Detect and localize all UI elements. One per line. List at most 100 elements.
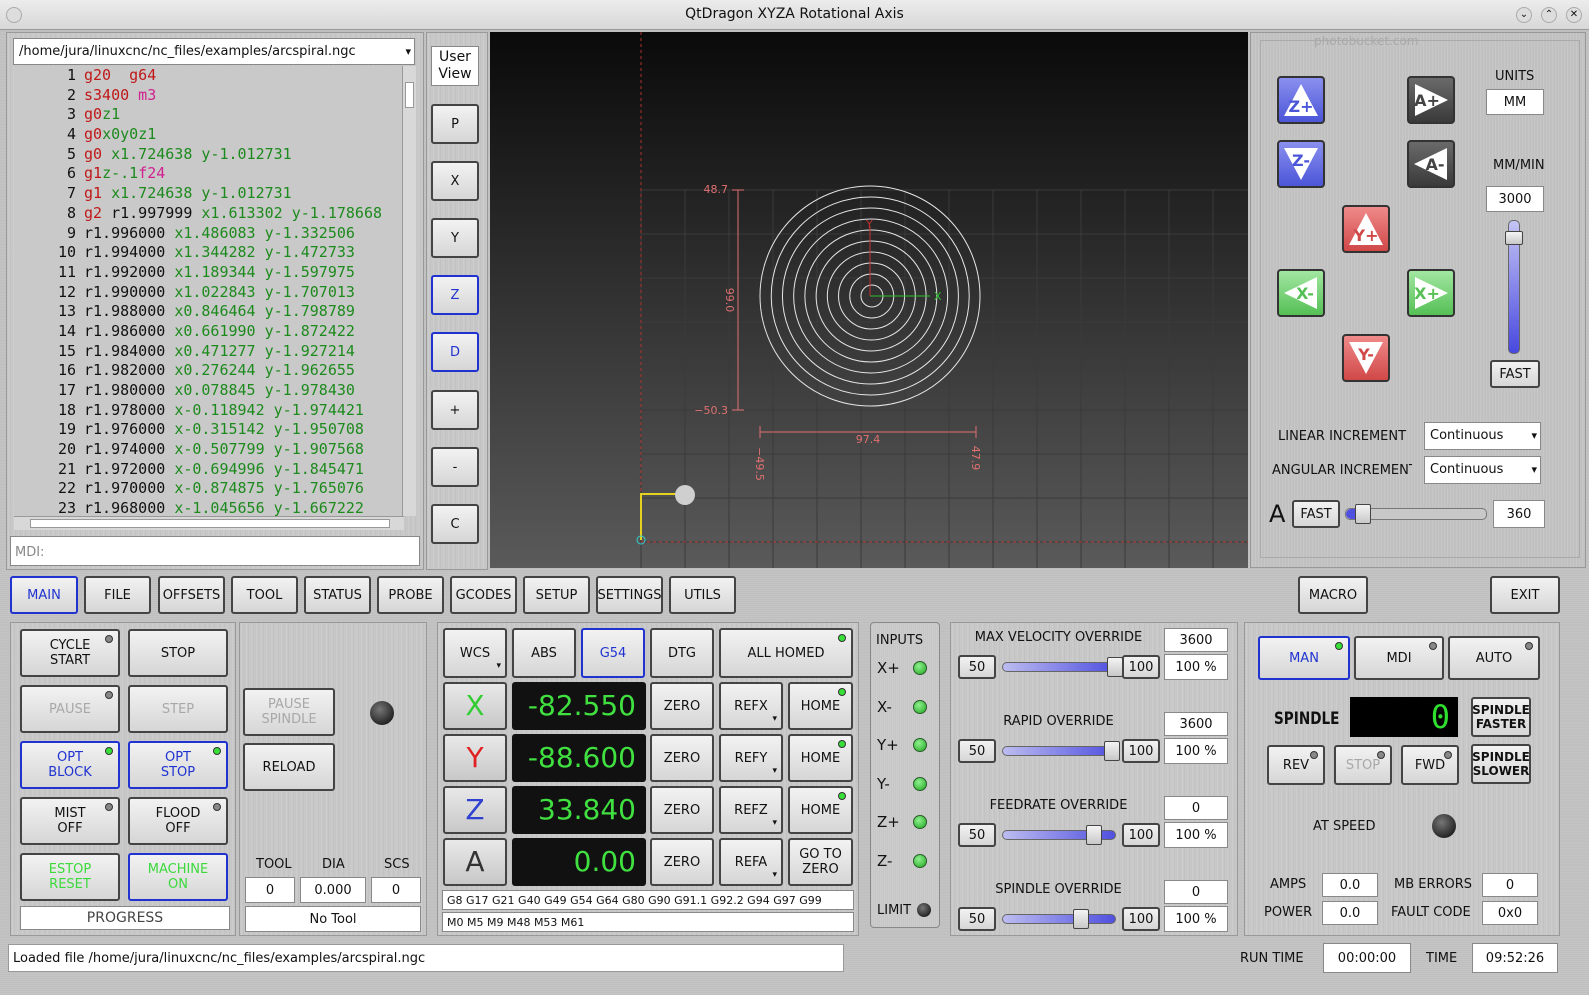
a-jog-slider[interactable] bbox=[1345, 504, 1487, 524]
override-50-button[interactable]: 50 bbox=[958, 655, 996, 679]
tab-probe[interactable]: PROBE bbox=[377, 576, 444, 614]
zoom-out-button[interactable]: - bbox=[431, 447, 479, 487]
home-x-button[interactable]: HOME bbox=[788, 682, 853, 730]
mode-auto-button[interactable]: AUTO bbox=[1448, 636, 1540, 680]
tab-status[interactable]: STATUS bbox=[304, 576, 371, 614]
spindle-rev-button[interactable]: REV bbox=[1267, 745, 1325, 785]
mode-man-button[interactable]: MAN bbox=[1258, 636, 1350, 680]
pause-button[interactable]: PAUSE bbox=[20, 685, 120, 733]
jog-a-plus-button[interactable]: A+ bbox=[1407, 76, 1455, 124]
reload-button[interactable]: RELOAD bbox=[243, 743, 335, 791]
tab-tool[interactable]: TOOL bbox=[231, 576, 298, 614]
jog-x-minus-button[interactable]: X- bbox=[1277, 269, 1325, 317]
a-jog-slider-handle[interactable] bbox=[1355, 504, 1372, 524]
view-z-button[interactable]: Z bbox=[431, 275, 479, 315]
exit-button[interactable]: EXIT bbox=[1490, 576, 1560, 614]
tab-gcodes[interactable]: GCODES bbox=[450, 576, 517, 614]
jog-y-minus-button[interactable]: Y- bbox=[1342, 334, 1390, 382]
override-slider[interactable] bbox=[1002, 657, 1123, 677]
minimize-icon[interactable]: ⌄ bbox=[1516, 7, 1532, 23]
machine-on-button[interactable]: MACHINE ON bbox=[128, 853, 228, 901]
tab-setup[interactable]: SETUP bbox=[523, 576, 590, 614]
home-y-button[interactable]: HOME bbox=[788, 734, 853, 782]
jog-fast-button[interactable]: FAST bbox=[1490, 360, 1540, 388]
zero-z-button[interactable]: ZERO bbox=[650, 786, 714, 834]
override-50-button[interactable]: 50 bbox=[958, 739, 996, 763]
g54-button[interactable]: G54 bbox=[581, 628, 645, 678]
maximize-icon[interactable]: ⌃ bbox=[1541, 7, 1557, 23]
jog-a-minus-button[interactable]: A- bbox=[1407, 140, 1455, 188]
home-a-button[interactable]: GO TO ZERO bbox=[788, 838, 853, 886]
horizontal-scrollbar[interactable] bbox=[14, 516, 404, 530]
all-homed-button[interactable]: ALL HOMED bbox=[719, 628, 853, 678]
override-100-button[interactable]: 100 bbox=[1122, 823, 1160, 847]
override-slider[interactable] bbox=[1002, 741, 1121, 761]
ref-a-button[interactable]: REFA ▾ bbox=[719, 838, 783, 886]
abs-button[interactable]: ABS bbox=[512, 628, 576, 678]
a-fast-button[interactable]: FAST bbox=[1292, 500, 1340, 528]
view-y-button[interactable]: Y bbox=[431, 218, 479, 258]
override-slider-handle[interactable] bbox=[1106, 657, 1123, 677]
tab-settings[interactable]: SETTINGS bbox=[596, 576, 663, 614]
opt-block-button[interactable]: OPT BLOCK bbox=[20, 741, 120, 789]
linear-increment-combo[interactable]: Continuous bbox=[1424, 422, 1541, 450]
ref-z-button[interactable]: REFZ ▾ bbox=[719, 786, 783, 834]
jog-rate-slider-handle[interactable] bbox=[1505, 230, 1523, 245]
zero-a-button[interactable]: ZERO bbox=[650, 838, 714, 886]
macro-button[interactable]: MACRO bbox=[1298, 576, 1368, 614]
mdi-input[interactable]: MDI: bbox=[10, 536, 420, 566]
override-slider[interactable] bbox=[1002, 909, 1116, 929]
stop-button[interactable]: STOP bbox=[128, 629, 228, 677]
spindle-slower-button[interactable]: SPINDLE SLOWER bbox=[1471, 744, 1531, 784]
override-100-button[interactable]: 100 bbox=[1122, 739, 1160, 763]
tab-main[interactable]: MAIN bbox=[10, 576, 78, 614]
view-p-button[interactable]: P bbox=[431, 104, 479, 144]
clear-plot-button[interactable]: C bbox=[431, 504, 479, 544]
override-50-button[interactable]: 50 bbox=[958, 823, 996, 847]
step-button[interactable]: STEP bbox=[128, 685, 228, 733]
estop-reset-button[interactable]: ESTOP RESET bbox=[20, 853, 120, 901]
cycle-start-button[interactable]: CYCLE START bbox=[20, 629, 120, 677]
zero-x-button[interactable]: ZERO bbox=[650, 682, 714, 730]
override-slider-handle[interactable] bbox=[1086, 825, 1103, 845]
zero-y-button[interactable]: ZERO bbox=[650, 734, 714, 782]
override-100-button[interactable]: 100 bbox=[1122, 655, 1160, 679]
override-100-button[interactable]: 100 bbox=[1122, 907, 1160, 931]
tab-file[interactable]: FILE bbox=[84, 576, 151, 614]
dtg-button[interactable]: DTG bbox=[650, 628, 714, 678]
override-slider-handle[interactable] bbox=[1072, 909, 1089, 929]
ref-y-button[interactable]: REFY ▾ bbox=[719, 734, 783, 782]
close-icon[interactable]: ✕ bbox=[1566, 7, 1582, 23]
vertical-scrollbar[interactable] bbox=[402, 66, 416, 516]
gcode-editor[interactable]: 1 g20 g64 2 s3400 m3 3 g0z1 4 g0x0y0z1 5 g0 x1.72… bbox=[14, 66, 404, 516]
jog-z-plus-button[interactable]: Z+ bbox=[1277, 76, 1325, 124]
opt-stop-button[interactable]: OPT STOP bbox=[128, 741, 228, 789]
jog-z-minus-button[interactable]: Z- bbox=[1277, 140, 1325, 188]
gcode-graphics-view[interactable]: 48.7 −50.3 99.0 97.4 −49.5 47.9 X Y bbox=[490, 32, 1248, 568]
override-slider-handle[interactable] bbox=[1104, 741, 1121, 761]
wcs-button[interactable]: WCS ▾ bbox=[443, 628, 507, 678]
file-path-combo[interactable]: /home/jura/linuxcnc/nc_files/examples/ar… bbox=[13, 38, 415, 65]
tab-offsets[interactable]: OFFSETS bbox=[158, 576, 225, 614]
flood-button[interactable]: FLOOD OFF bbox=[128, 797, 228, 845]
spindle-stop-button[interactable]: STOP bbox=[1334, 745, 1392, 785]
zoom-in-button[interactable]: + bbox=[431, 390, 479, 430]
view-x-button[interactable]: X bbox=[431, 161, 479, 201]
mist-button[interactable]: MIST OFF bbox=[20, 797, 120, 845]
override-slider[interactable] bbox=[1002, 825, 1116, 845]
code-token: r1.972000 bbox=[84, 459, 175, 478]
override-50-button[interactable]: 50 bbox=[958, 907, 996, 931]
home-z-button[interactable]: HOME bbox=[788, 786, 853, 834]
angular-increment-combo[interactable]: Continuous bbox=[1424, 456, 1541, 484]
user-view-button[interactable]: User View bbox=[431, 46, 479, 86]
view-d-button[interactable]: D bbox=[431, 332, 479, 372]
pause-spindle-button[interactable]: PAUSE SPINDLE bbox=[243, 688, 335, 736]
mode-mdi-button[interactable]: MDI bbox=[1354, 636, 1444, 680]
ref-x-button[interactable]: REFX ▾ bbox=[719, 682, 783, 730]
spindle-fwd-button[interactable]: FWD bbox=[1401, 745, 1459, 785]
jog-rate-slider[interactable] bbox=[1505, 220, 1523, 354]
tab-utils[interactable]: UTILS bbox=[669, 576, 736, 614]
spindle-faster-button[interactable]: SPINDLE FASTER bbox=[1471, 697, 1531, 737]
jog-x-plus-button[interactable]: X+ bbox=[1407, 269, 1455, 317]
jog-y-plus-button[interactable]: Y+ bbox=[1342, 205, 1390, 253]
